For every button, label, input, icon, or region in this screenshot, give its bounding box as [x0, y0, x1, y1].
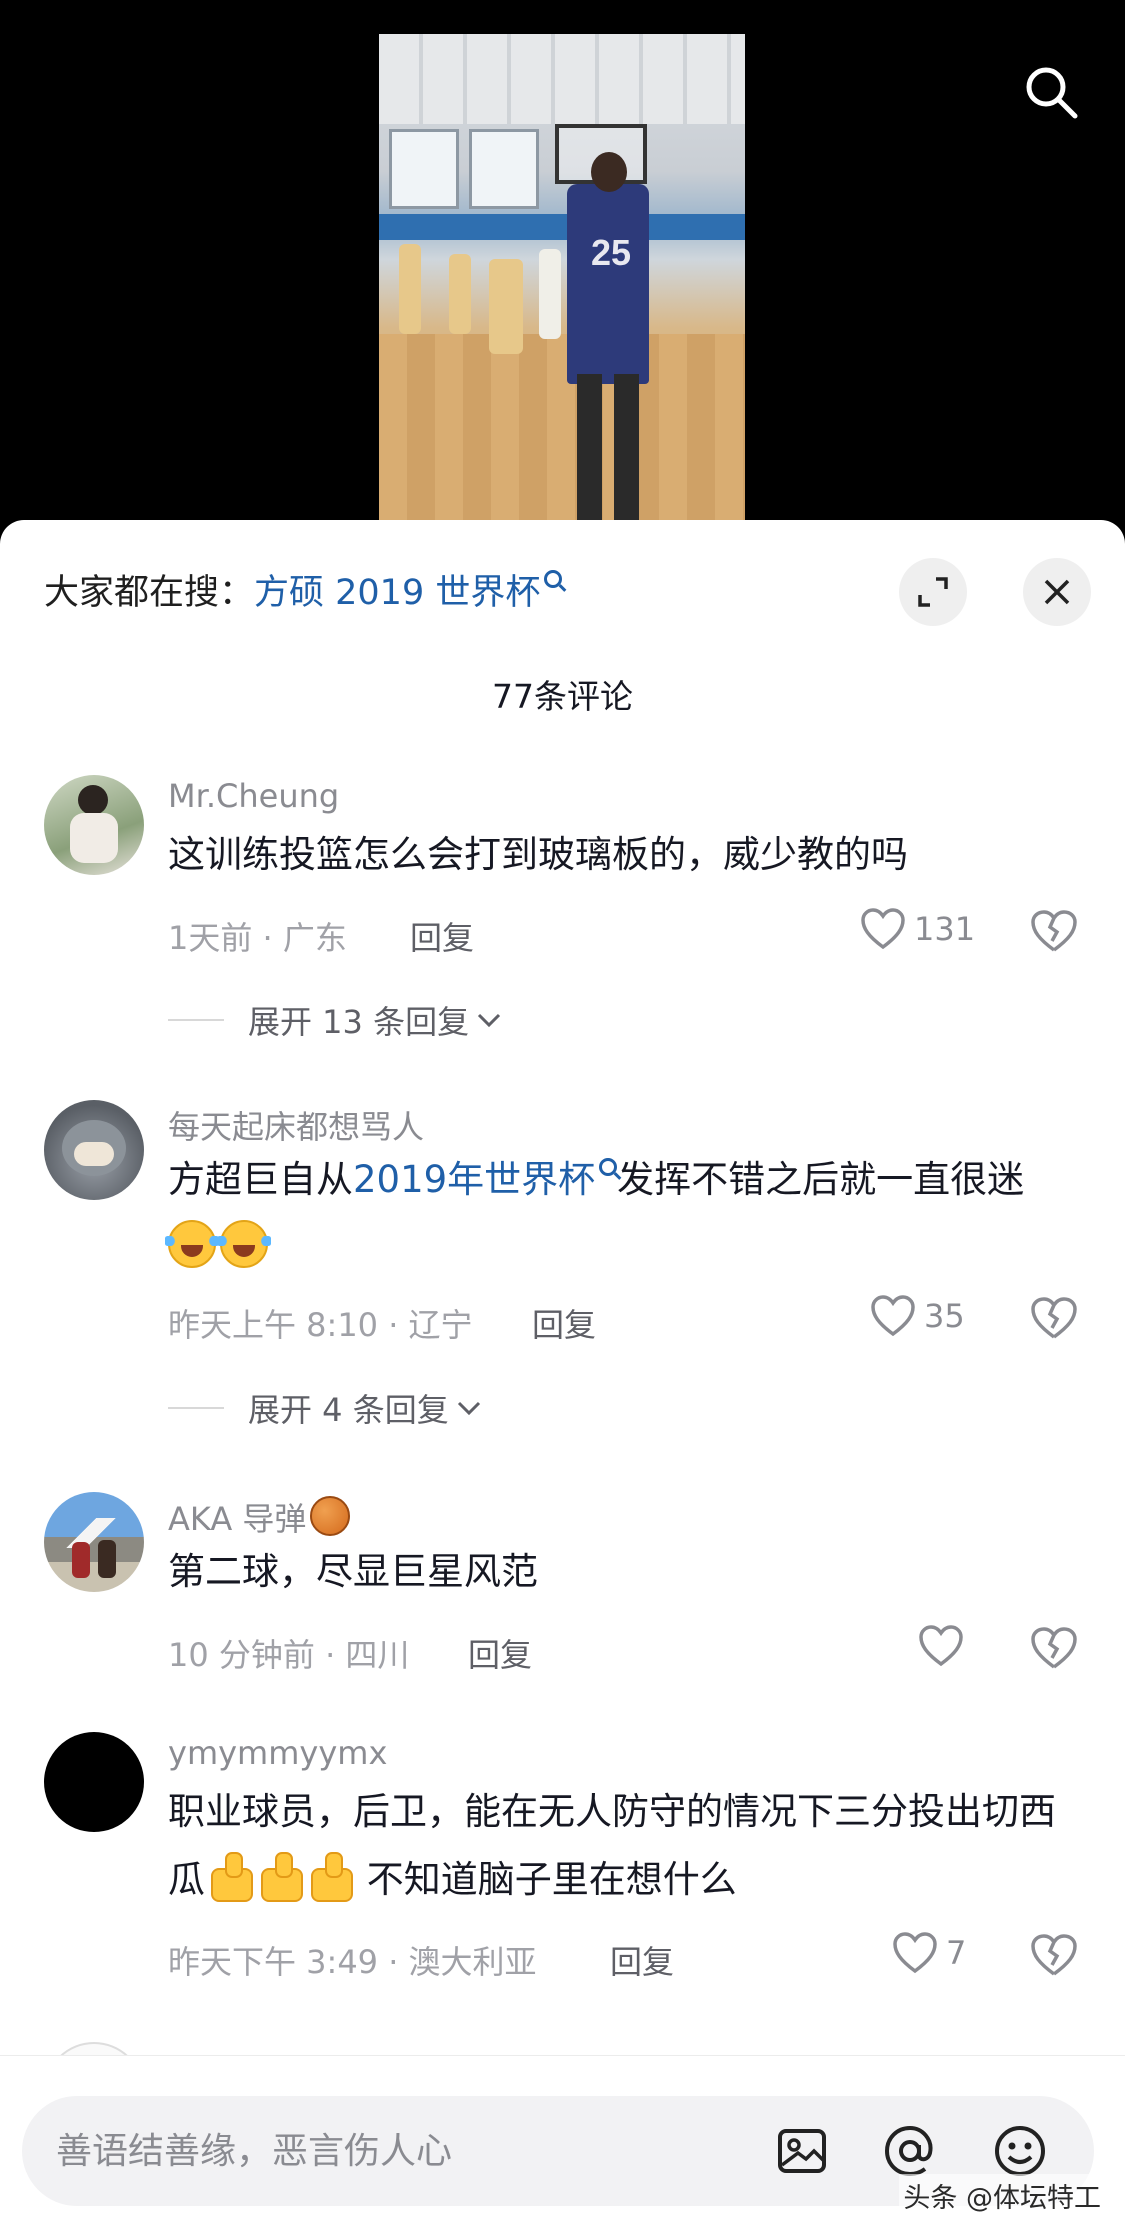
like-button[interactable]: 7: [892, 1932, 966, 1974]
comment-item: ymymmyymx 职业球员，后卫，能在无人防守的情况下三分投出切西瓜 不知道脑…: [0, 1732, 1125, 1981]
like-count: 7: [946, 1934, 967, 1972]
comment-meta: 昨天下午 3:49 · 澳大利亚: [168, 1943, 537, 1981]
broken-heart-icon[interactable]: [1030, 1626, 1078, 1670]
comment-text: 职业球员，后卫，能在无人防守的情况下三分投出切西瓜 不知道脑子里在想什么: [168, 1778, 1068, 1914]
comment-text: 方超巨自从2019年世界杯 发挥不错之后就一直很迷: [165, 1146, 1068, 1282]
username-text: AKA 导弹: [168, 1500, 307, 1538]
comment-username[interactable]: AKA 导弹: [168, 1494, 351, 1540]
topic-link[interactable]: 2019年世界杯: [353, 1158, 595, 1201]
comment-meta: 昨天上午 8:10 · 辽宁: [168, 1306, 473, 1344]
reply-button[interactable]: 回复: [410, 913, 474, 959]
chevron-down-icon: [478, 1013, 501, 1028]
basketball-emoji-icon: [310, 1496, 351, 1536]
comment-meta: 1天前 · 广东: [168, 919, 347, 957]
expand-replies-label: 展开 13 条回复: [248, 1003, 470, 1041]
watermark: 头条 @体坛特工: [899, 2174, 1105, 2217]
video-player[interactable]: 25: [0, 0, 1125, 540]
comment-item: AKA 导弹 第二球，尽显巨星风范 10 分钟前 · 四川 回复: [0, 1492, 1125, 1674]
heart-icon: [919, 1625, 963, 1667]
comment-item: 每天起床都想骂人 方超巨自从2019年世界杯 发挥不错之后就一直很迷 昨天上午 8…: [0, 1100, 1125, 1430]
search-icon[interactable]: [1021, 62, 1081, 122]
search-small-icon: [544, 570, 563, 588]
expand-icon: [918, 577, 948, 607]
comment-text-part: 发挥不错之后就一直很迷: [617, 1158, 1025, 1201]
hot-search-prefix: 大家都在搜：: [44, 573, 255, 613]
close-button[interactable]: [1023, 558, 1091, 626]
avatar[interactable]: [44, 775, 144, 875]
close-icon: [1044, 579, 1070, 605]
comment-username[interactable]: 每天起床都想骂人: [168, 1102, 424, 1148]
divider: [168, 1407, 224, 1409]
heart-icon: [861, 908, 905, 950]
broken-heart-icon[interactable]: [1030, 1933, 1078, 1977]
reply-button[interactable]: 回复: [468, 1630, 532, 1676]
hot-search-link[interactable]: 方硕 2019 世界杯: [254, 573, 540, 613]
heart-icon: [893, 1932, 937, 1974]
like-count: 131: [914, 910, 976, 948]
comment-input[interactable]: [56, 2122, 736, 2180]
avatar[interactable]: [44, 1100, 144, 1200]
avatar[interactable]: [44, 1492, 144, 1592]
broken-heart-icon[interactable]: [1030, 909, 1078, 953]
heart-icon: [871, 1295, 915, 1337]
video-thumbnail: 25: [379, 34, 745, 524]
image-icon[interactable]: [772, 2121, 832, 2181]
divider: [168, 1019, 224, 1021]
chevron-down-icon: [457, 1401, 480, 1416]
expand-replies-button[interactable]: 展开 13 条回复: [168, 997, 503, 1043]
like-count: 35: [924, 1297, 965, 1335]
comment-text: 这训练投篮怎么会打到玻璃板的，威少教的吗: [168, 833, 908, 876]
laugh-cry-emoji-icon: [217, 1220, 271, 1268]
comment-text-part: 不知道脑子里在想什么: [355, 1858, 737, 1901]
comment-item: Mr.Cheung 这训练投篮怎么会打到玻璃板的，威少教的吗 1天前 · 广东 …: [0, 775, 1125, 1041]
comment-text-part: 方超巨自从: [168, 1158, 353, 1201]
laugh-cry-emoji-icon: [165, 1220, 219, 1268]
like-button[interactable]: [918, 1625, 972, 1667]
comment-count: 77条评论: [492, 677, 633, 716]
expand-replies-button[interactable]: 展开 4 条回复: [168, 1385, 483, 1431]
comment-username[interactable]: Mr.Cheung: [168, 777, 339, 815]
reply-button[interactable]: 回复: [532, 1300, 596, 1346]
hot-search-bar: 大家都在搜：方硕 2019 世界杯: [44, 564, 563, 615]
thumbs-up-emoji-icon: [305, 1850, 355, 1902]
like-button[interactable]: 131: [860, 908, 975, 950]
thumbs-up-emoji-icon: [255, 1850, 305, 1902]
comment-meta: 10 分钟前 · 四川: [168, 1636, 410, 1674]
expand-button[interactable]: [899, 558, 967, 626]
comment-username[interactable]: ymymmyymx: [168, 1734, 387, 1772]
comment-text: 第二球，尽显巨星风范: [168, 1550, 538, 1593]
broken-heart-icon[interactable]: [1030, 1296, 1078, 1340]
expand-replies-label: 展开 4 条回复: [248, 1391, 449, 1429]
reply-button[interactable]: 回复: [610, 1937, 674, 1983]
at-icon[interactable]: [880, 2121, 940, 2181]
avatar[interactable]: [44, 1732, 144, 1832]
thumbs-up-emoji-icon: [205, 1850, 255, 1902]
search-small-icon: [599, 1158, 618, 1176]
emoji-icon[interactable]: [990, 2121, 1050, 2181]
comment-sheet: 大家都在搜：方硕 2019 世界杯 77条评论 Mr.Cheung 这训练投篮怎…: [0, 520, 1125, 2233]
like-button[interactable]: 35: [870, 1295, 965, 1337]
